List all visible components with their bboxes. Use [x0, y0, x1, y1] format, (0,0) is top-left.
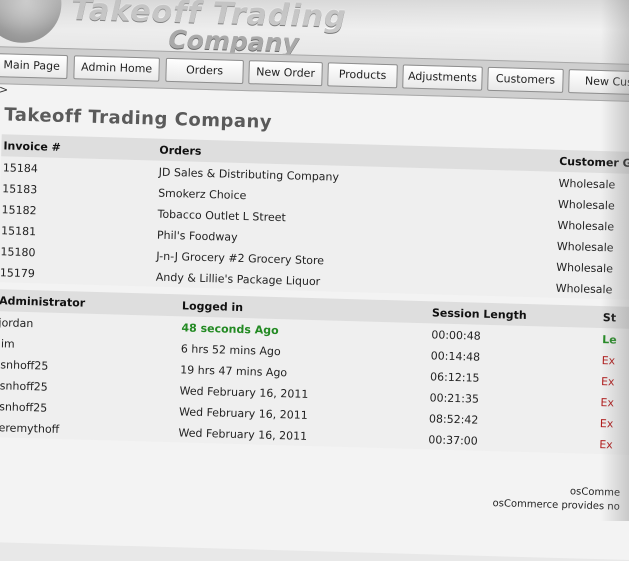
- session-length: 00:21:35: [429, 391, 480, 406]
- col-invoice: Invoice #: [3, 139, 62, 154]
- nav-new-order[interactable]: New Order: [248, 60, 323, 87]
- admin-name: jsnhoff25: [0, 400, 48, 415]
- col-logged-in: Logged in: [181, 299, 244, 315]
- logged-in-time: 48 seconds Ago: [181, 321, 279, 338]
- session-length: 00:14:48: [430, 349, 481, 364]
- customer-group: Wholesale: [557, 197, 615, 213]
- invoice-number[interactable]: 15180: [0, 245, 35, 259]
- col-customer-group: Customer G: [559, 154, 629, 170]
- admin-name: jordan: [0, 316, 34, 331]
- nav-orders[interactable]: Orders: [165, 57, 244, 84]
- nav-admin-home[interactable]: Admin Home: [73, 55, 160, 82]
- invoice-number[interactable]: 15179: [0, 266, 35, 280]
- customer-name[interactable]: Andy & Lillie's Package Liquor: [156, 271, 321, 289]
- session-status: Ex: [600, 396, 615, 410]
- customer-group: Wholesale: [556, 260, 614, 276]
- col-status: St: [602, 311, 617, 325]
- session-length: 06:12:15: [429, 370, 480, 385]
- customer-name[interactable]: Smokerz Choice: [158, 187, 247, 202]
- customer-name[interactable]: Phil's Foodway: [157, 229, 238, 244]
- orders-table: Invoice # Orders Customer G 15184 JD Sale…: [0, 134, 629, 301]
- col-administrator: Administrator: [0, 294, 86, 310]
- footer-disclaimer: osCommerce provides no: [492, 498, 620, 513]
- invoice-number[interactable]: 15184: [3, 161, 38, 175]
- logged-in-time: Wed February 16, 2011: [178, 426, 308, 443]
- session-length: 00:00:48: [431, 328, 481, 343]
- breadcrumb: >: [0, 83, 9, 97]
- nav-customers[interactable]: Customers: [487, 66, 564, 93]
- col-session-length: Session Length: [431, 306, 527, 322]
- footer-credit: osComme: [569, 486, 621, 499]
- session-status: Ex: [600, 375, 615, 389]
- customer-group: Wholesale: [557, 218, 615, 234]
- admin-name: jsnhoff25: [0, 358, 49, 373]
- logged-in-time: 6 hrs 52 mins Ago: [180, 342, 281, 359]
- customer-name[interactable]: JD Sales & Distributing Company: [159, 166, 340, 184]
- logged-in-time: Wed February 16, 2011: [179, 384, 309, 401]
- customer-name[interactable]: Tobacco Outlet L Street: [157, 208, 286, 225]
- logged-in-time: 19 hrs 47 mins Ago: [180, 363, 288, 380]
- admin-name: jim: [0, 337, 15, 351]
- nav-new-customer[interactable]: New Custo: [568, 69, 629, 96]
- nav-adjustments[interactable]: Adjustments: [402, 64, 483, 91]
- admin-table-body: jordan 48 seconds Ago 00:00:48 Le jim 6 hrs 5…: [0, 311, 629, 456]
- session-status: Le: [602, 333, 617, 347]
- customer-name[interactable]: J-n-J Grocery #2 Grocery Store: [156, 250, 324, 268]
- admin-table: Administrator Logged in Session Length S…: [0, 289, 629, 456]
- admin-name: jsnhoff25: [0, 379, 48, 394]
- globe-logo-icon: [0, 0, 63, 44]
- session-length: 00:37:00: [428, 433, 478, 448]
- orders-table-body: 15184 JD Sales & Distributing Company Whol…: [0, 156, 629, 301]
- session-length: 08:52:42: [428, 412, 479, 427]
- invoice-number[interactable]: 15183: [2, 182, 37, 196]
- session-status: Ex: [601, 354, 616, 368]
- invoice-number[interactable]: 15182: [1, 203, 36, 217]
- logged-in-time: Wed February 16, 2011: [178, 405, 308, 422]
- customer-group: Wholesale: [555, 281, 613, 297]
- session-status: Ex: [599, 438, 613, 452]
- invoice-number[interactable]: 15181: [1, 224, 36, 238]
- col-orders: Orders: [159, 143, 202, 158]
- admin-name: jeremythoff: [0, 421, 60, 436]
- customer-group: Wholesale: [558, 176, 616, 192]
- page-title: Takeoff Trading Company: [4, 104, 273, 133]
- page: Takeoff Trading Company Main Page Admin …: [0, 0, 629, 561]
- nav-main-page[interactable]: Main Page: [0, 53, 68, 80]
- nav-products[interactable]: Products: [327, 62, 398, 89]
- session-status: Ex: [599, 417, 614, 431]
- customer-group: Wholesale: [556, 239, 614, 255]
